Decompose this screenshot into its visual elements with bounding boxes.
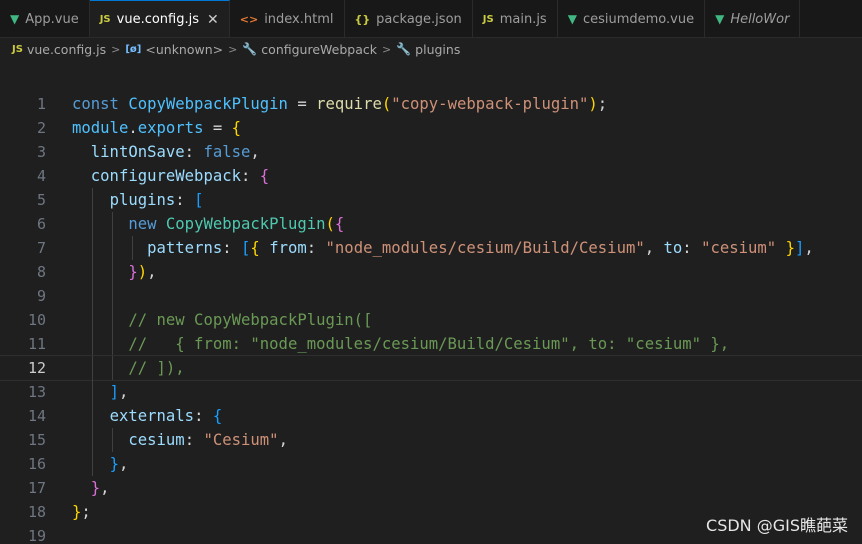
code-text: // new CopyWebpackPlugin([ — [128, 311, 373, 329]
indent-guide — [92, 284, 93, 308]
close-icon[interactable]: ✕ — [207, 12, 219, 28]
line-number: 6 — [36, 215, 46, 233]
line-number: 17 — [27, 479, 46, 497]
line-number: 2 — [36, 119, 46, 137]
code-line[interactable]: 16 }, — [0, 452, 862, 476]
breadcrumb-module[interactable]: [ø] <unknown> — [125, 42, 223, 57]
json-icon: {} — [354, 12, 371, 26]
tab-cesiumdemo-vue[interactable]: ▼ cesiumdemo.vue — [557, 0, 706, 37]
line-number: 16 — [27, 455, 46, 473]
tab-label: HelloWor — [730, 11, 790, 27]
breadcrumb-label: <unknown> — [145, 41, 224, 57]
line-number: 3 — [36, 143, 46, 161]
code-line[interactable]: 4 configureWebpack: { — [0, 164, 862, 188]
breadcrumb-label: plugins — [415, 41, 461, 57]
code-line[interactable]: 2 module.exports = { — [0, 116, 862, 140]
tab-index-html[interactable]: <> index.html — [229, 0, 345, 37]
code-text: const CopyWebpackPlugin = require("copy-… — [72, 95, 608, 113]
code-text: configureWebpack: { — [90, 167, 270, 185]
line-number: 13 — [27, 383, 46, 401]
vue-icon: ▼ — [715, 12, 725, 26]
code-line[interactable]: 14 externals: { — [0, 404, 862, 428]
code-text: }, — [90, 479, 110, 497]
line-number: 9 — [36, 287, 46, 305]
indent-guide — [112, 284, 113, 308]
tab-label: vue.config.js — [116, 12, 200, 27]
code-editor[interactable]: 1 const CopyWebpackPlugin = require("copy… — [0, 92, 862, 544]
breadcrumb-plugins[interactable]: 🔧 plugins — [396, 42, 460, 57]
html-icon: <> — [239, 12, 259, 26]
breadcrumb: JS vue.config.js > [ø] <unknown> > 🔧 con… — [0, 38, 862, 60]
line-number: 8 — [36, 263, 46, 281]
tab-package-json[interactable]: {} package.json — [344, 0, 473, 37]
code-text: externals: { — [109, 407, 223, 425]
line-number: 1 — [36, 95, 46, 113]
tab-label: main.js — [499, 11, 547, 27]
breadcrumb-label: configureWebpack — [261, 41, 377, 57]
module-icon: [ø] — [125, 43, 142, 55]
tab-label: index.html — [264, 11, 334, 27]
line-number: 12 — [27, 359, 46, 377]
code-line[interactable]: 11 // { from: "node_modules/cesium/Build… — [0, 332, 862, 356]
code-text: }), — [128, 263, 157, 281]
code-line[interactable]: 15 cesium: "Cesium", — [0, 428, 862, 452]
chevron-right-icon: > — [111, 42, 121, 56]
line-number: 10 — [27, 311, 46, 329]
code-line[interactable]: 9 — [0, 284, 862, 308]
line-number: 4 — [36, 167, 46, 185]
line-number: 5 — [36, 191, 46, 209]
code-text: new CopyWebpackPlugin({ — [128, 215, 345, 233]
chevron-right-icon: > — [228, 42, 238, 56]
wrench-icon: 🔧 — [396, 42, 412, 56]
tab-bar: ▼ App.vue JS vue.config.js ✕ <> index.ht… — [0, 0, 862, 38]
code-text: lintOnSave: false, — [90, 143, 260, 161]
code-text: // ]), — [128, 359, 185, 377]
js-icon: JS — [12, 43, 23, 55]
code-text: patterns: [{ from: "node_modules/cesium/… — [147, 239, 814, 257]
code-line[interactable]: 8 }), — [0, 260, 862, 284]
code-text: // { from: "node_modules/cesium/Build/Ce… — [128, 335, 730, 353]
code-line[interactable]: 1 const CopyWebpackPlugin = require("copy… — [0, 92, 862, 116]
vue-icon: ▼ — [10, 12, 20, 26]
breadcrumb-configure-webpack[interactable]: 🔧 configureWebpack — [242, 42, 377, 57]
code-line[interactable]: 17 }, — [0, 476, 862, 500]
code-text: }, — [109, 455, 129, 473]
line-number: 19 — [27, 527, 46, 544]
code-line[interactable]: 6 new CopyWebpackPlugin({ — [0, 212, 862, 236]
line-number: 15 — [27, 431, 46, 449]
code-text: module.exports = { — [72, 119, 242, 137]
code-line[interactable]: 12 // ]), — [0, 355, 862, 381]
breadcrumb-file[interactable]: JS vue.config.js — [12, 42, 106, 57]
code-text: cesium: "Cesium", — [128, 431, 288, 449]
code-line[interactable]: 3 lintOnSave: false, — [0, 140, 862, 164]
line-number: 18 — [27, 503, 46, 521]
wrench-icon: 🔧 — [242, 42, 258, 56]
tab-main-js[interactable]: JS main.js — [472, 0, 558, 37]
line-number: 14 — [27, 407, 46, 425]
code-line[interactable]: 7 patterns: [{ from: "node_modules/cesiu… — [0, 236, 862, 260]
js-icon: JS — [99, 14, 111, 25]
watermark: CSDN @GIS瞧葩菜 — [706, 516, 848, 535]
code-text: ], — [109, 383, 129, 401]
tab-helloworld-vue[interactable]: ▼ HelloWor — [705, 0, 801, 37]
tab-app-vue[interactable]: ▼ App.vue — [0, 0, 90, 37]
vue-icon: ▼ — [567, 12, 577, 26]
tab-label: cesiumdemo.vue — [582, 11, 695, 27]
code-text: plugins: [ — [109, 191, 204, 209]
js-icon: JS — [482, 13, 494, 25]
tab-label: App.vue — [25, 11, 79, 27]
line-number: 7 — [36, 239, 46, 257]
line-number: 11 — [27, 335, 46, 353]
breadcrumb-label: vue.config.js — [26, 41, 107, 57]
code-line[interactable]: 5 plugins: [ — [0, 188, 862, 212]
tab-vue-config-js[interactable]: JS vue.config.js ✕ — [89, 0, 230, 37]
code-text: }; — [72, 503, 91, 521]
tab-label: package.json — [376, 11, 462, 27]
code-line[interactable]: 10 // new CopyWebpackPlugin([ — [0, 308, 862, 332]
chevron-right-icon: > — [381, 42, 392, 56]
code-line[interactable]: 13 ], — [0, 380, 862, 404]
